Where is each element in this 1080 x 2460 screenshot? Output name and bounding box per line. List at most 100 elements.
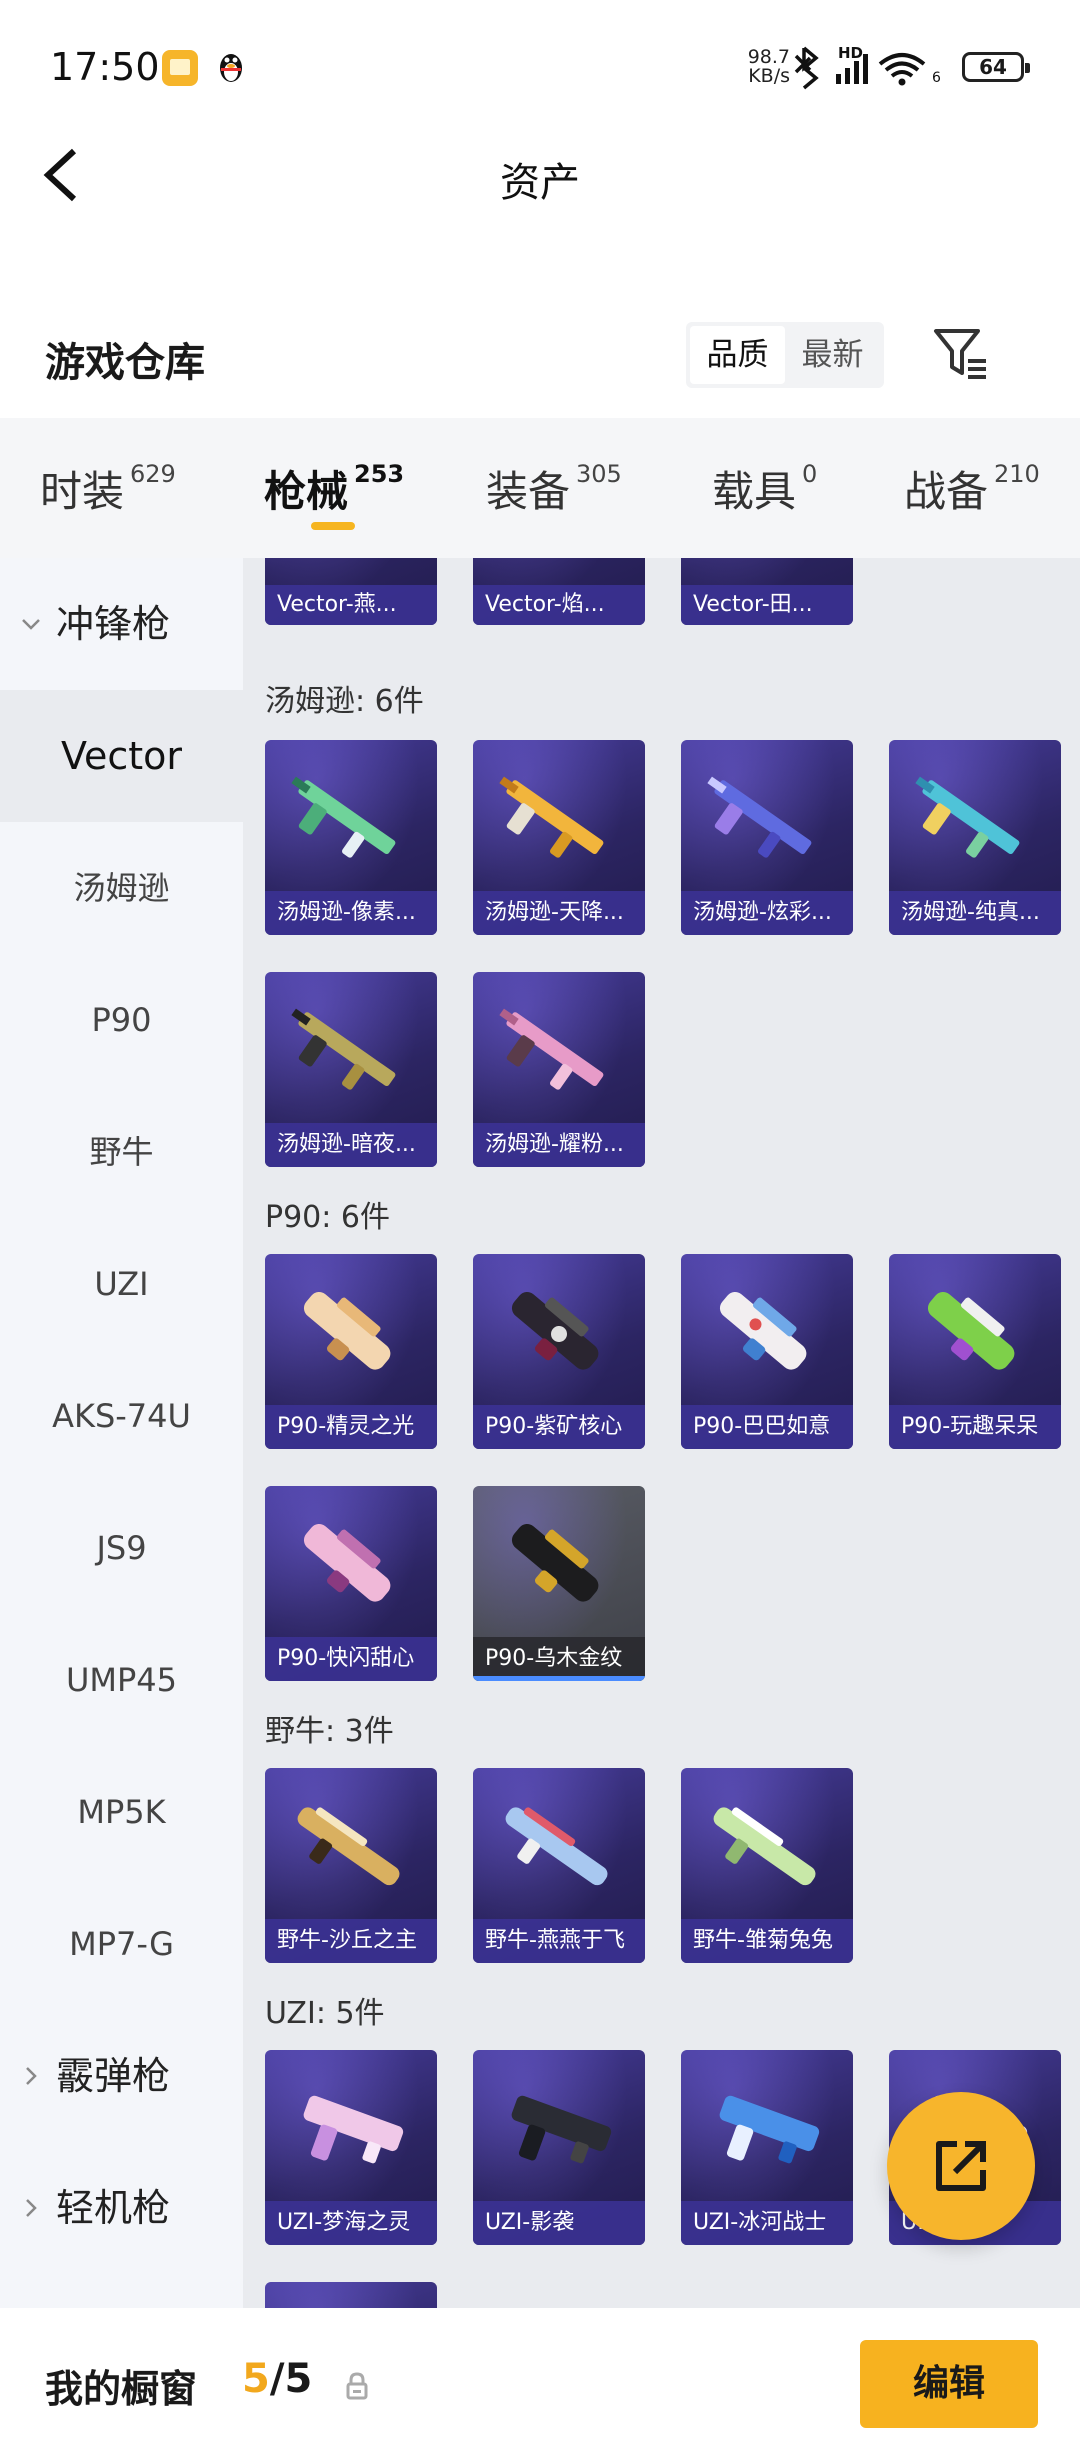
- weapon-card[interactable]: Vector-焰...: [473, 558, 645, 625]
- weapon-card[interactable]: P90-巴巴如意: [681, 1254, 853, 1449]
- tab-count: 210: [994, 460, 1040, 488]
- filter-icon[interactable]: [932, 325, 992, 385]
- sort-quality-button[interactable]: 品质: [690, 326, 785, 384]
- status-bar: 17:50 98.7 KB/s HD 6 64: [0, 0, 1080, 130]
- sidebar-item-mp5k[interactable]: MP5K: [0, 1746, 243, 1878]
- battery-icon: 64: [962, 52, 1030, 82]
- weapon-card[interactable]: UZI-梦海之灵: [265, 2050, 437, 2245]
- weapon-card[interactable]: 汤姆逊-炫彩...: [681, 740, 853, 935]
- category-title-thompson: 汤姆逊: 6件: [265, 684, 424, 719]
- p90-skin-icon: [511, 1292, 599, 1370]
- sidebar-group-lmg[interactable]: 轻机枪: [0, 2142, 243, 2274]
- smg-skin-icon: [499, 1008, 604, 1090]
- tab-count: 0: [802, 460, 818, 488]
- weapon-card-label: 野牛-沙丘之主: [265, 1919, 437, 1963]
- wifi-icon: [878, 53, 926, 86]
- weapon-card[interactable]: P90-玩趣呆呆: [889, 1254, 1061, 1449]
- p90-skin-icon: [303, 1524, 391, 1602]
- sidebar-item-p90[interactable]: P90: [0, 954, 243, 1086]
- weapon-card-label: P90-乌木金纹: [473, 1637, 645, 1681]
- tab-label: 装备: [486, 467, 571, 516]
- sort-newest-button[interactable]: 最新: [785, 326, 880, 384]
- weapon-card[interactable]: 汤姆逊-天降...: [473, 740, 645, 935]
- sidebar-item-mp7g[interactable]: MP7-G: [0, 1878, 243, 2010]
- weapon-card-label: 汤姆逊-天降...: [473, 891, 645, 935]
- showcase-count-total: /5: [269, 2356, 313, 2402]
- weapon-card[interactable]: P90-精灵之光: [265, 1254, 437, 1449]
- weapon-card[interactable]: [265, 2282, 437, 2308]
- sidebar-group-label: 轻机枪: [56, 2186, 171, 2230]
- weapon-card[interactable]: 汤姆逊-暗夜...: [265, 972, 437, 1167]
- qq-penguin-icon: [220, 54, 242, 82]
- status-time: 17:50: [50, 45, 160, 89]
- weapon-card-label: P90-巴巴如意: [681, 1405, 853, 1449]
- chevron-right-icon: [20, 2142, 42, 2308]
- edit-button[interactable]: 编辑: [860, 2340, 1038, 2428]
- sidebar-group-label: 冲锋枪: [56, 602, 171, 646]
- weapon-card[interactable]: Vector-燕...: [265, 558, 437, 625]
- sidebar-item-bison[interactable]: 野牛: [0, 1086, 243, 1218]
- weapon-card[interactable]: 汤姆逊-像素...: [265, 740, 437, 935]
- weapon-card-label: Vector-焰...: [473, 585, 645, 625]
- sidebar-item-uzi[interactable]: UZI: [0, 1218, 243, 1350]
- sidebar-group-smg[interactable]: 冲锋枪: [0, 558, 243, 690]
- sidebar-item-js9[interactable]: JS9: [0, 1482, 243, 1614]
- p90-skin-icon: [927, 1292, 1015, 1370]
- weapon-card[interactable]: UZI-影袭: [473, 2050, 645, 2245]
- weapon-card-label: 汤姆逊-炫彩...: [681, 891, 853, 935]
- category-title-uzi: UZI: 5件: [265, 1996, 385, 2031]
- share-export-icon: [936, 2141, 986, 2191]
- weapon-card-label: P90-精灵之光: [265, 1405, 437, 1449]
- weapon-card[interactable]: P90-紫矿核心: [473, 1254, 645, 1449]
- sidebar-item-aks74u[interactable]: AKS-74U: [0, 1350, 243, 1482]
- weapon-card[interactable]: UZI-冰河战士: [681, 2050, 853, 2245]
- weapon-card[interactable]: P90-乌木金纹: [473, 1486, 645, 1681]
- sidebar-item-vector[interactable]: Vector: [0, 690, 243, 822]
- share-button[interactable]: [887, 2092, 1035, 2240]
- weapon-card-label: P90-快闪甜心: [265, 1637, 437, 1681]
- weapon-card-label: Vector-田...: [681, 585, 853, 625]
- smg-skin-icon: [291, 776, 396, 858]
- showcase-label: 我的橱窗: [45, 2367, 198, 2411]
- tab-count: 253: [354, 460, 405, 488]
- tab-equipment[interactable]: 装备 305: [486, 458, 622, 519]
- sidebar-item-ump45[interactable]: UMP45: [0, 1614, 243, 1746]
- warehouse-title: 游戏仓库: [45, 340, 205, 386]
- weapon-card[interactable]: P90-快闪甜心: [265, 1486, 437, 1681]
- smg-skin-icon: [499, 776, 604, 858]
- active-tab-indicator: [311, 522, 355, 530]
- smg-skin-icon: [915, 776, 1020, 858]
- tab-label: 时装: [40, 467, 125, 516]
- p90-skin-icon: [719, 1292, 807, 1370]
- tab-fashion[interactable]: 时装 629: [40, 458, 176, 519]
- bison-skin-icon: [713, 1807, 816, 1886]
- weapon-card[interactable]: 汤姆逊-纯真...: [889, 740, 1061, 935]
- category-tabs: 时装 629 枪械 253 装备 305 载具 0 战备 210: [0, 418, 1080, 558]
- weapon-card-label: 汤姆逊-像素...: [265, 891, 437, 935]
- sidebar-item-thompson[interactable]: 汤姆逊: [0, 822, 243, 954]
- weapon-card[interactable]: 野牛-沙丘之主: [265, 1768, 437, 1963]
- net-speed-unit: KB/s: [748, 65, 790, 87]
- weapon-card[interactable]: 汤姆逊-耀粉...: [473, 972, 645, 1167]
- bison-skin-icon: [505, 1807, 608, 1886]
- weapon-grid: Vector-燕... Vector-焰... Vector-田... 汤姆逊:…: [243, 558, 1080, 2308]
- weapon-card[interactable]: 野牛-雏菊兔兔: [681, 1768, 853, 1963]
- weapon-card-label: P90-玩趣呆呆: [889, 1405, 1061, 1449]
- uzi-skin-icon: [303, 2095, 404, 2164]
- weapon-card-label: UZI-影袭: [473, 2201, 645, 2245]
- weapon-card[interactable]: 野牛-燕燕于飞: [473, 1768, 645, 1963]
- tab-vehicles[interactable]: 载具 0: [712, 458, 817, 519]
- tab-label: 战备: [904, 467, 989, 516]
- page-title: 资产: [500, 160, 580, 206]
- sidebar-group-shotgun[interactable]: 霰弹枪: [0, 2010, 243, 2142]
- category-title-p90: P90: 6件: [265, 1200, 390, 1235]
- tab-supplies[interactable]: 战备 210: [904, 458, 1040, 519]
- weapon-sidebar: 冲锋枪 Vector 汤姆逊 P90 野牛 UZI AKS-74U JS9 UM…: [0, 558, 243, 2308]
- p90-skin-icon: [511, 1524, 599, 1602]
- weapon-card-label: Vector-燕...: [265, 585, 437, 625]
- weapon-card-label: 野牛-雏菊兔兔: [681, 1919, 853, 1963]
- tab-guns[interactable]: 枪械 253: [264, 458, 404, 519]
- weapon-card[interactable]: Vector-田...: [681, 558, 853, 625]
- lock-icon: [346, 2372, 368, 2400]
- smg-skin-icon: [291, 1008, 396, 1090]
